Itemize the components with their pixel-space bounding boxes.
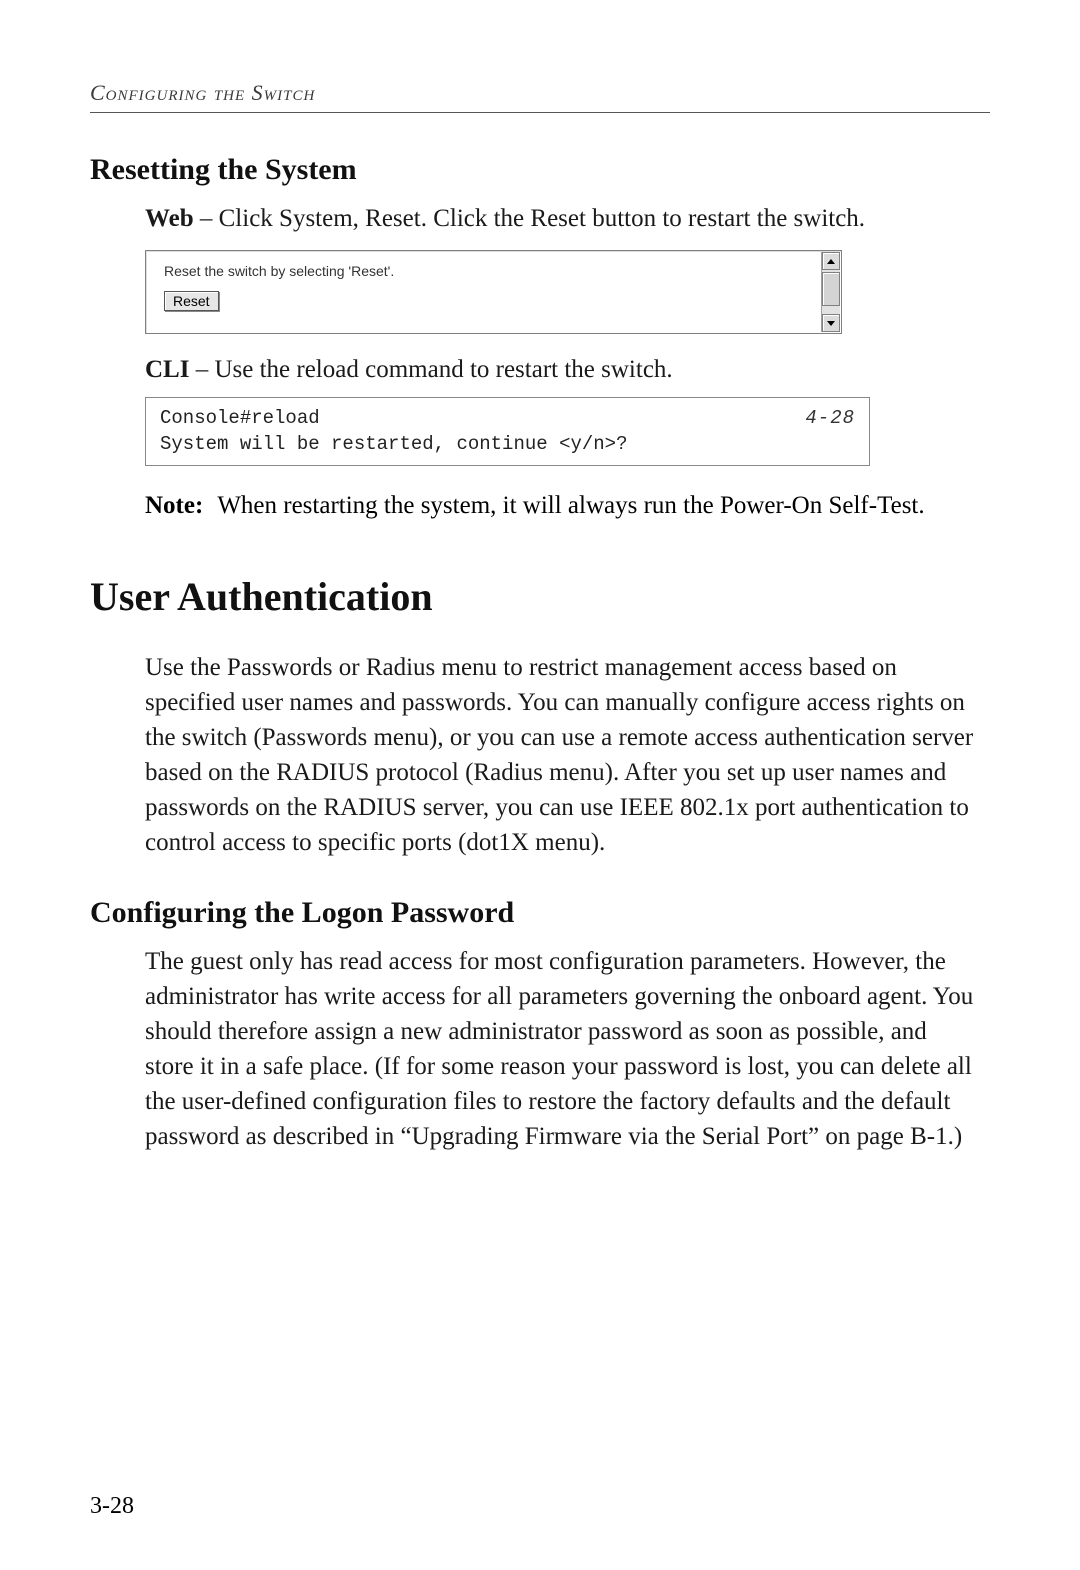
- note-block: Note: When restarting the system, it wil…: [145, 488, 990, 523]
- userauth-intro: Use the Passwords or Radius menu to rest…: [145, 650, 980, 860]
- panel-help-text: Reset the switch by selecting 'Reset'.: [164, 263, 827, 279]
- page-number: 3-28: [90, 1493, 134, 1520]
- cli-line-1: Console#reload: [160, 406, 320, 432]
- section-title-logon: Configuring the Logon Password: [90, 896, 990, 930]
- reset-button[interactable]: Reset: [164, 291, 219, 311]
- cli-label: CLI: [145, 356, 189, 383]
- cli-ref: 4-28: [805, 406, 855, 432]
- web-label: Web: [145, 205, 194, 232]
- panel-scrollbar[interactable]: [821, 252, 840, 332]
- cli-output: Console#reload 4-28 System will be restart…: [145, 397, 870, 466]
- scroll-thumb[interactable]: [822, 272, 840, 306]
- scroll-up-button[interactable]: [822, 252, 840, 270]
- web-instruction: Web – Click System, Reset. Click the Res…: [145, 201, 980, 236]
- cli-instruction: CLI – Use the reload command to restart …: [145, 352, 980, 387]
- scroll-down-button[interactable]: [822, 314, 840, 332]
- reset-web-panel: Reset the switch by selecting 'Reset'. R…: [145, 250, 842, 334]
- web-text: – Click System, Reset. Click the Reset b…: [194, 205, 865, 232]
- section-title-resetting: Resetting the System: [90, 153, 990, 187]
- note-body: When restarting the system, it will alwa…: [217, 488, 990, 523]
- logon-body: The guest only has read access for most …: [145, 944, 980, 1154]
- header-rule: [90, 112, 990, 113]
- note-label: Note:: [145, 488, 203, 523]
- chevron-down-icon: [827, 321, 835, 326]
- running-head: Configuring the Switch: [90, 80, 990, 106]
- section-title-userauth: User Authentication: [90, 573, 990, 620]
- chevron-up-icon: [827, 259, 835, 264]
- cli-text: – Use the reload command to restart the …: [189, 356, 672, 383]
- cli-line-2: System will be restarted, continue <y/n>…: [160, 433, 627, 455]
